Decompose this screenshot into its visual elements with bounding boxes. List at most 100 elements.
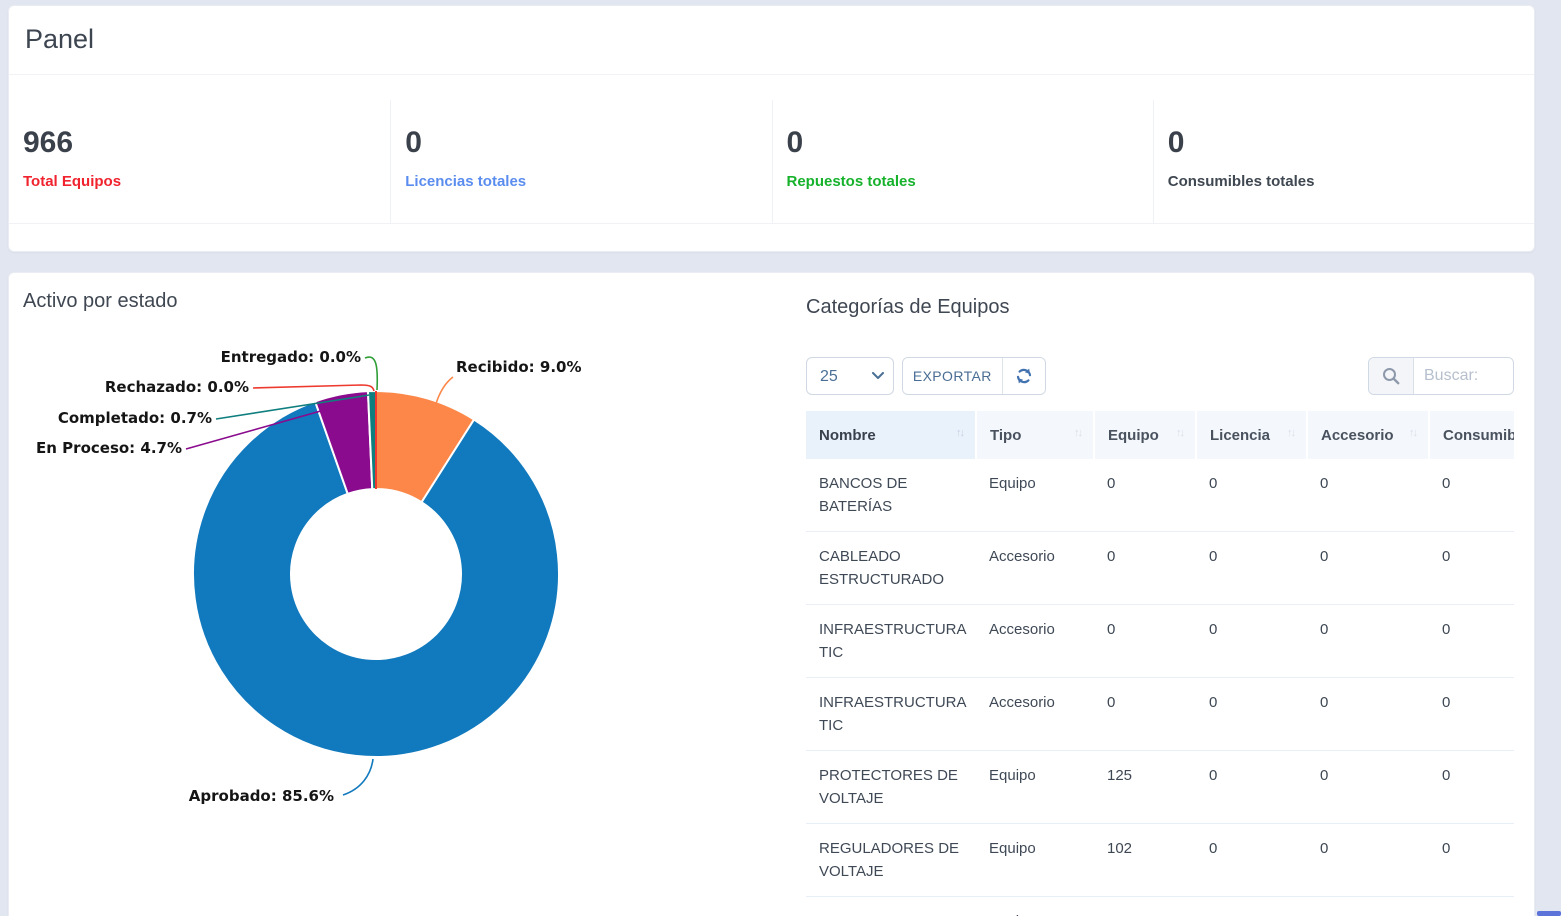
sort-arrows-icon: ↑↓ <box>1409 427 1416 439</box>
page-title: Panel <box>25 24 94 55</box>
leader-line-entregado <box>365 357 377 390</box>
slice-label-recibido: Recibido: 9.0% <box>456 358 582 376</box>
cell-licencia: 0 <box>1196 897 1307 916</box>
categories-table: Nombre↑↓Tipo↑↓Equipo↑↓Licencia↑↓Accesori… <box>806 411 1514 916</box>
table-row: INFRAESTRUCTURA TICAccesorio0000 <box>806 678 1514 751</box>
cell-equipo: 0 <box>1094 678 1196 751</box>
column-label: Equipo <box>1108 427 1159 444</box>
stat-label: Repuestos totales <box>787 173 1153 190</box>
cell-licencia: 0 <box>1196 751 1307 824</box>
stat-value: 966 <box>23 126 390 160</box>
search-group <box>1368 357 1514 395</box>
donut-slice-completado <box>368 391 376 489</box>
cell-consumible: 0 <box>1429 897 1514 916</box>
cell-licencia: 0 <box>1196 459 1307 532</box>
sort-arrows-icon: ↑↓ <box>956 427 963 439</box>
cell-accesorio: 0 <box>1307 897 1429 916</box>
cell-licencia: 0 <box>1196 532 1307 605</box>
search-addon <box>1369 358 1414 394</box>
table-row: INFRAESTRUCTURA TICEquipo3000 <box>806 897 1514 916</box>
page-size-select[interactable]: 25 <box>806 357 894 395</box>
column-header-tipo[interactable]: Tipo↑↓ <box>976 411 1094 459</box>
search-input[interactable] <box>1414 358 1513 394</box>
cell-equipo: 3 <box>1094 897 1196 916</box>
stat-label: Licencias totales <box>405 173 771 190</box>
leader-line-aprobado <box>343 759 373 795</box>
cell-equipo: 0 <box>1094 532 1196 605</box>
slice-label-rechazado: Rechazado: 0.0% <box>105 378 249 396</box>
donut-chart-activo-por-estado: Recibido: 9.0%Aprobado: 85.6%En Proceso:… <box>9 273 789 828</box>
column-label: Consumible <box>1443 427 1514 444</box>
magnifier-icon <box>1381 366 1401 386</box>
cell-nombre: REGULADORES DE VOLTAJE <box>806 824 976 897</box>
cell-consumible: 0 <box>1429 824 1514 897</box>
table-row: REGULADORES DE VOLTAJEEquipo102000 <box>806 824 1514 897</box>
cell-tipo: Accesorio <box>976 605 1094 678</box>
cell-accesorio: 0 <box>1307 751 1429 824</box>
leader-line-recibido <box>430 377 453 431</box>
table-row: INFRAESTRUCTURA TICAccesorio0000 <box>806 605 1514 678</box>
stat-block: 0Licencias totales <box>390 100 771 223</box>
stat-label: Consumibles totales <box>1168 173 1534 190</box>
donut-slice-en-proceso <box>315 391 372 494</box>
cell-equipo: 0 <box>1094 459 1196 532</box>
column-label: Accesorio <box>1321 427 1394 444</box>
sort-arrows-icon: ↑↓ <box>1074 427 1081 439</box>
cell-tipo: Equipo <box>976 824 1094 897</box>
table-row: PROTECTORES DE VOLTAJEEquipo125000 <box>806 751 1514 824</box>
column-header-consumible[interactable]: Consumible↑↓ <box>1429 411 1514 459</box>
stat-value: 0 <box>787 126 1153 160</box>
donut-slice-recibido <box>376 391 474 502</box>
divider <box>9 74 1534 75</box>
stat-block: 0Consumibles totales <box>1153 100 1534 223</box>
cell-consumible: 0 <box>1429 605 1514 678</box>
main-card: Activo por estado Recibido: 9.0% Aprobado… <box>8 272 1535 916</box>
cell-nombre: BANCOS DE BATERÍAS <box>806 459 976 532</box>
cell-nombre: INFRAESTRUCTURA TIC <box>806 605 976 678</box>
chart-section-title: Activo por estado <box>23 290 178 313</box>
cell-tipo: Accesorio <box>976 532 1094 605</box>
column-label: Nombre <box>819 427 876 444</box>
panel-header-card: Panel 966Total Equipos0Licencias totales… <box>8 5 1535 252</box>
cell-accesorio: 0 <box>1307 605 1429 678</box>
leader-line-rechazado <box>253 385 374 391</box>
slice-label-aprobado: Aprobado: 85.6% <box>189 787 334 805</box>
column-header-accesorio[interactable]: Accesorio ↑↓ <box>1307 411 1429 459</box>
cell-equipo: 125 <box>1094 751 1196 824</box>
export-button[interactable]: EXPORTAR <box>903 358 1002 394</box>
cell-consumible: 0 <box>1429 459 1514 532</box>
cell-tipo: Accesorio <box>976 678 1094 751</box>
page-size-select-wrap: 25 <box>806 357 894 395</box>
sort-arrows-icon: ↑↓ <box>1287 427 1294 439</box>
sort-arrows-icon: ↑↓ <box>1176 427 1183 439</box>
arrows-rotate-icon <box>1015 367 1033 385</box>
categories-table-container: Nombre↑↓Tipo↑↓Equipo↑↓Licencia↑↓Accesori… <box>806 411 1514 916</box>
scrollbar-thumb[interactable] <box>1537 911 1561 916</box>
column-header-licencia[interactable]: Licencia ↑↓ <box>1196 411 1307 459</box>
cell-accesorio: 0 <box>1307 678 1429 751</box>
slice-label-entregado: Entregado: 0.0% <box>221 348 361 366</box>
cell-tipo: Equipo <box>976 751 1094 824</box>
table-header-row: Nombre↑↓Tipo↑↓Equipo↑↓Licencia↑↓Accesori… <box>806 411 1514 459</box>
cell-tipo: Equipo <box>976 459 1094 532</box>
slice-label-completado: Completado: 0.7% <box>58 409 212 427</box>
table-row: CABLEADO ESTRUCTURADOAccesorio0000 <box>806 532 1514 605</box>
table-row: BANCOS DE BATERÍASEquipo0000 <box>806 459 1514 532</box>
cell-nombre: INFRAESTRUCTURA TIC <box>806 897 976 916</box>
cell-tipo: Equipo <box>976 897 1094 916</box>
donut-slice-aprobado <box>193 401 559 757</box>
cell-licencia: 0 <box>1196 605 1307 678</box>
cell-licencia: 0 <box>1196 824 1307 897</box>
column-header-nombre[interactable]: Nombre ↑↓ <box>806 411 976 459</box>
column-label: Licencia <box>1210 427 1270 444</box>
refresh-button[interactable] <box>1002 358 1045 394</box>
stats-row: 966Total Equipos0Licencias totales0Repue… <box>9 100 1534 224</box>
cell-accesorio: 0 <box>1307 824 1429 897</box>
cell-nombre: CABLEADO ESTRUCTURADO <box>806 532 976 605</box>
cell-accesorio: 0 <box>1307 459 1429 532</box>
stat-block: 0 Repuestos totales <box>772 100 1153 223</box>
leader-line-en-proceso <box>186 405 342 449</box>
cell-accesorio: 0 <box>1307 532 1429 605</box>
cell-nombre: INFRAESTRUCTURA TIC <box>806 678 976 751</box>
column-header-equipo[interactable]: Equipo ↑↓ <box>1094 411 1196 459</box>
